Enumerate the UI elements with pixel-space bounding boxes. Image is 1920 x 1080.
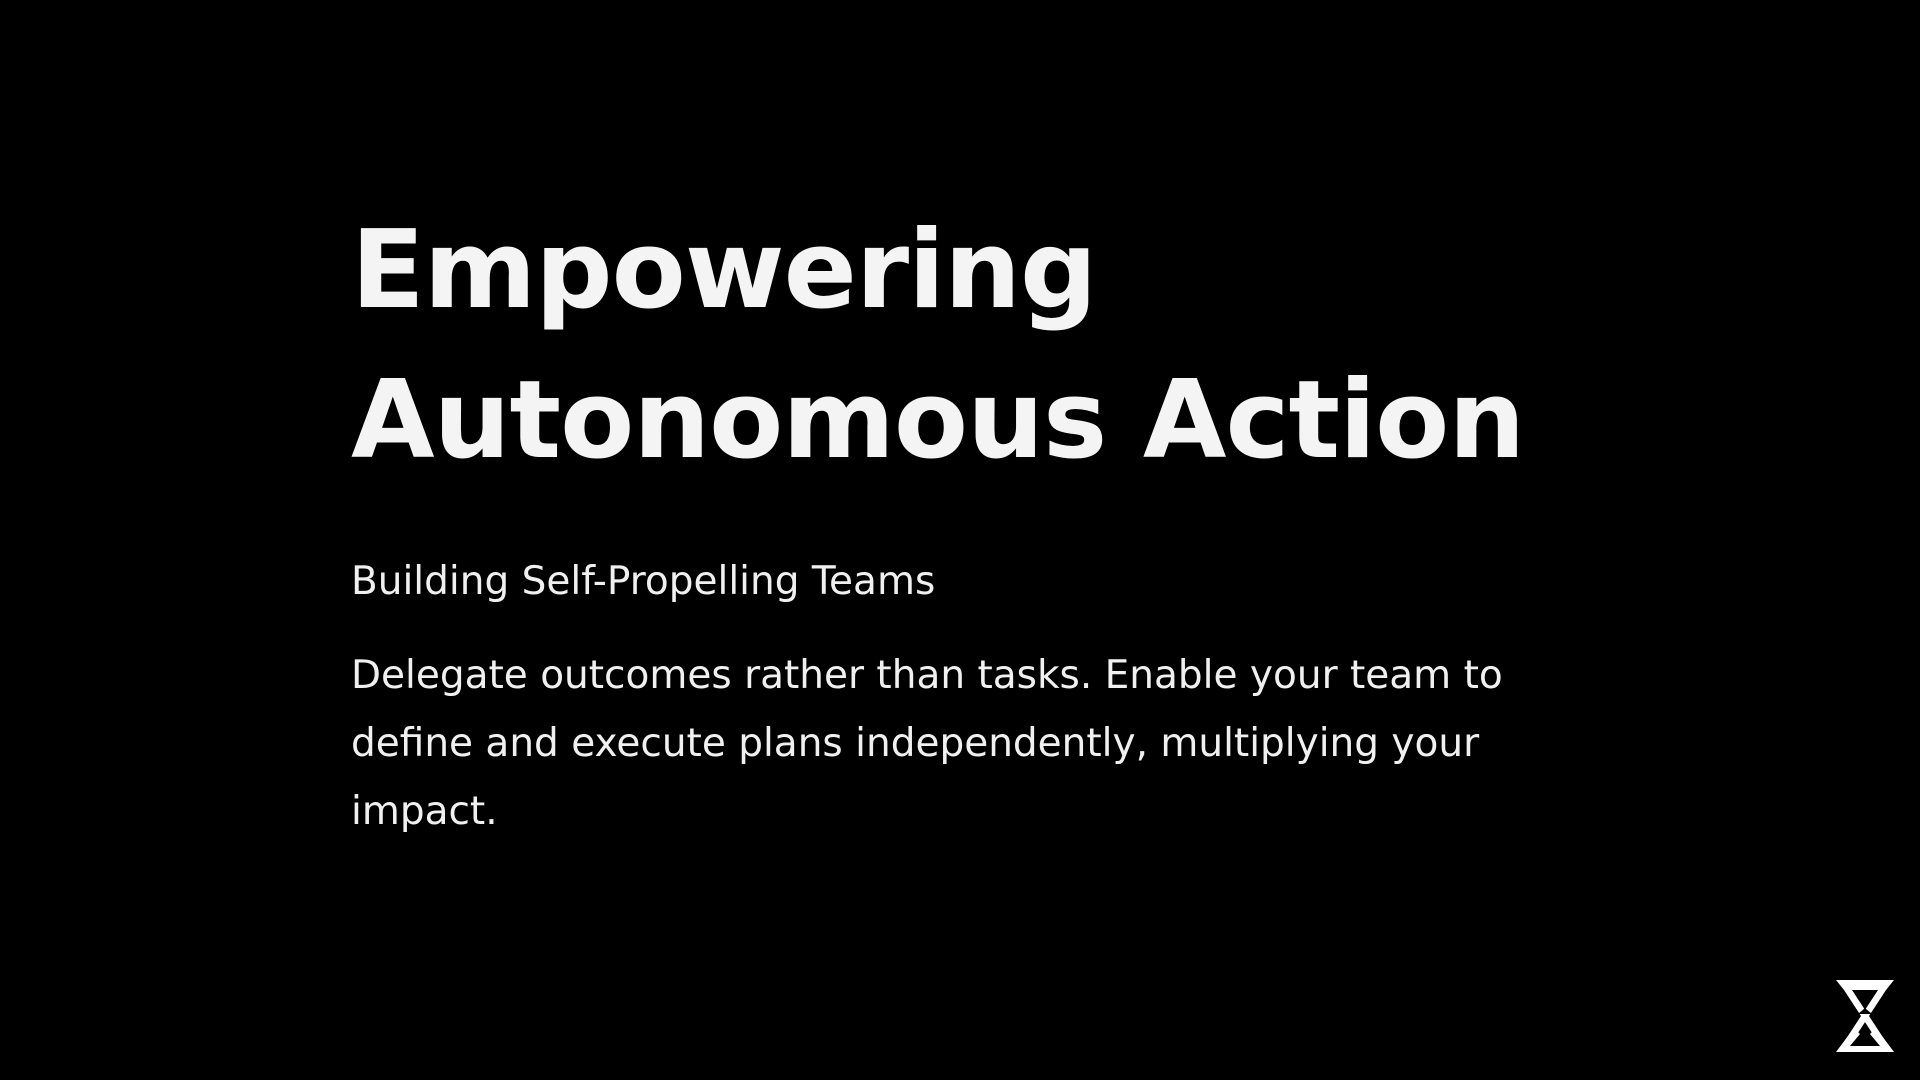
slide-content: Empowering Autonomous Action Building Se… bbox=[351, 196, 1601, 846]
slide-body-text: Delegate outcomes rather than tasks. Ena… bbox=[351, 653, 1503, 834]
slide-title-line-2: Autonomous Action bbox=[351, 358, 1525, 483]
slide-subtitle: Building Self-Propelling Teams bbox=[351, 559, 936, 604]
slide: Empowering Autonomous Action Building Se… bbox=[0, 0, 1920, 1080]
slide-title-line-1: Empowering bbox=[351, 208, 1097, 333]
slide-title: Empowering Autonomous Action bbox=[351, 196, 1601, 496]
hourglass-x-logo-icon bbox=[1836, 980, 1894, 1052]
